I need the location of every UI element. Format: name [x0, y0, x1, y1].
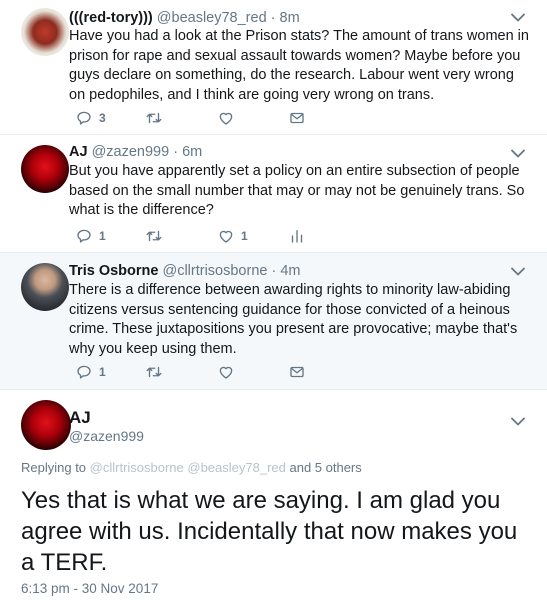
author-handle[interactable]: @cllrtrisosborne [162, 263, 267, 279]
author-handle[interactable]: @zazen999 [92, 144, 170, 160]
reply-icon [75, 109, 93, 127]
tweet-actions: 1 1 [69, 227, 369, 247]
author-handle[interactable]: @beasley78_red [157, 10, 267, 26]
reply-icon [75, 227, 93, 245]
author-name[interactable]: AJ [69, 408, 91, 428]
chevron-down-icon[interactable] [511, 149, 525, 158]
like-icon [217, 109, 235, 127]
tweet-text: There is a difference between awarding r… [69, 282, 518, 357]
replying-handles[interactable]: @cllrtrisosborne @beasley78_red [90, 460, 286, 475]
chevron-down-icon[interactable] [511, 13, 525, 22]
tweet-header: Tris Osborne @cllrtrisosborne · 4m [69, 263, 301, 279]
replying-prefix: Replying to [21, 460, 90, 475]
analytics-button[interactable] [288, 227, 306, 245]
main-tweet-text: Yes that is what we are saying. I am gla… [21, 487, 518, 576]
reply-button[interactable]: 3 [75, 109, 106, 127]
like-count: 1 [241, 229, 248, 243]
replying-to: Replying to @cllrtrisosborne @beasley78_… [21, 460, 362, 475]
analytics-icon [288, 227, 306, 245]
reply-count: 1 [99, 365, 106, 379]
retweet-button[interactable] [145, 363, 163, 381]
tweet-text: But you have apparently set a policy on … [69, 163, 525, 218]
tweet-header: AJ @zazen999 · 6m [69, 144, 202, 160]
tweet-1[interactable]: (((red-tory))) @beasley78_red · 8m Have … [0, 0, 547, 135]
tweet-header: (((red-tory))) @beasley78_red · 8m [69, 10, 300, 26]
tweet-time[interactable]: · 8m [267, 10, 300, 26]
author-name[interactable]: AJ [69, 144, 88, 160]
chevron-down-icon[interactable] [511, 417, 525, 426]
reply-count: 1 [99, 229, 106, 243]
replying-others[interactable]: and 5 others [286, 460, 361, 475]
tweet-text: Have you had a look at the Prison stats?… [69, 28, 529, 103]
retweet-button[interactable] [145, 227, 163, 245]
reply-button[interactable]: 1 [75, 227, 106, 245]
retweet-icon [145, 363, 163, 381]
avatar[interactable] [21, 263, 69, 311]
like-button[interactable] [217, 363, 235, 381]
tweet-actions: 1 [69, 363, 369, 383]
avatar[interactable] [21, 8, 69, 56]
retweet-icon [145, 227, 163, 245]
message-button[interactable] [288, 363, 306, 381]
like-icon [217, 363, 235, 381]
timestamp[interactable]: 6:13 pm - 30 Nov 2017 [21, 581, 158, 596]
message-button[interactable] [288, 109, 306, 127]
tweet-time[interactable]: · 6m [169, 144, 202, 160]
tweet-2[interactable]: AJ @zazen999 · 6m But you have apparentl… [0, 135, 547, 253]
tweet-3[interactable]: Tris Osborne @cllrtrisosborne · 4m There… [0, 253, 547, 390]
reply-icon [75, 363, 93, 381]
tweet-time[interactable]: · 4m [267, 263, 300, 279]
retweet-icon [145, 109, 163, 127]
author-handle[interactable]: @zazen999 [69, 428, 144, 444]
avatar[interactable] [21, 400, 71, 450]
like-icon [217, 227, 235, 245]
avatar[interactable] [21, 145, 69, 193]
tweet-actions: 3 [69, 109, 369, 129]
like-button[interactable]: 1 [217, 227, 248, 245]
author-name[interactable]: Tris Osborne [69, 263, 158, 279]
reply-button[interactable]: 1 [75, 363, 106, 381]
chevron-down-icon[interactable] [511, 267, 525, 276]
retweet-button[interactable] [145, 109, 163, 127]
like-button[interactable] [217, 109, 235, 127]
reply-count: 3 [99, 111, 106, 125]
author-name[interactable]: (((red-tory))) [69, 10, 153, 26]
message-icon [288, 363, 306, 381]
message-icon [288, 109, 306, 127]
